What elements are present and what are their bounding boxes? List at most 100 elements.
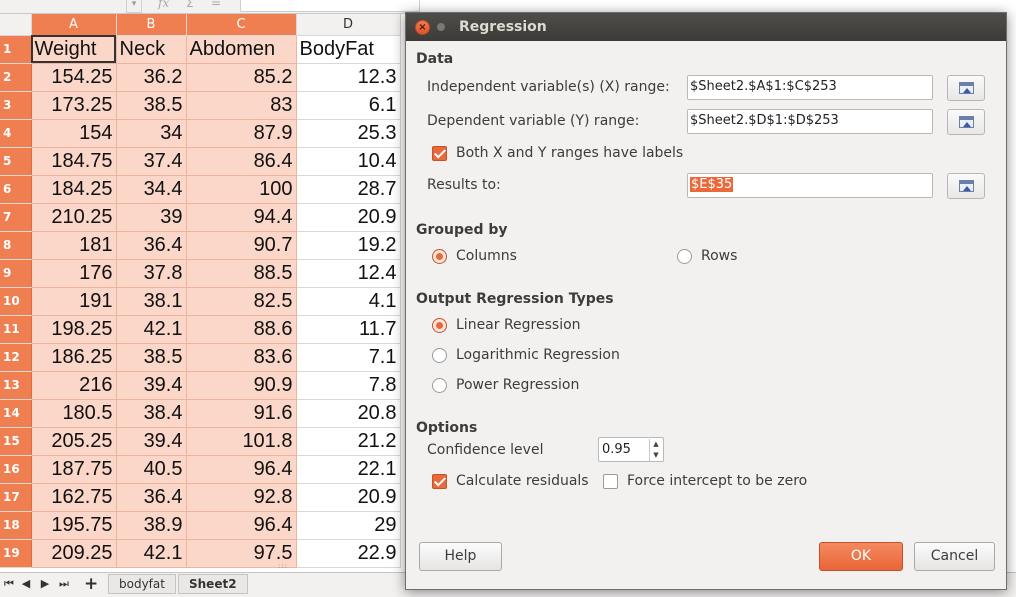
data-cell[interactable]: 83.6 xyxy=(186,343,297,372)
header-cell[interactable]: Abdomen xyxy=(186,35,297,64)
column-header[interactable]: B xyxy=(116,14,187,36)
data-cell[interactable]: 6.1 xyxy=(296,91,401,120)
data-cell[interactable]: 39.4 xyxy=(116,427,187,456)
dialog-titlebar[interactable]: × Regression xyxy=(406,13,1006,41)
row-header[interactable]: 2 xyxy=(0,63,32,92)
data-cell[interactable]: 191 xyxy=(31,287,117,316)
previous-sheet-icon[interactable]: ◀ xyxy=(19,577,33,590)
data-cell[interactable]: 38.1 xyxy=(116,287,187,316)
data-cell[interactable]: 85.2 xyxy=(186,63,297,92)
data-cell[interactable]: 20.8 xyxy=(296,399,401,428)
data-cell[interactable]: 37.8 xyxy=(116,259,187,288)
grouped-rows-radio[interactable] xyxy=(677,249,692,264)
next-sheet-icon[interactable]: ▶ xyxy=(38,577,52,590)
data-cell[interactable]: 36.4 xyxy=(116,231,187,260)
power-regression-radio[interactable] xyxy=(432,378,447,393)
data-cell[interactable]: 94.4 xyxy=(186,203,297,232)
data-cell[interactable]: 181 xyxy=(31,231,117,260)
column-header[interactable]: C xyxy=(186,14,297,36)
data-cell[interactable]: 209.25 xyxy=(31,539,117,568)
formula-icon[interactable]: = xyxy=(211,0,221,10)
data-cell[interactable]: 180.5 xyxy=(31,399,117,428)
data-cell[interactable]: 96.4 xyxy=(186,455,297,484)
row-header[interactable]: 1 xyxy=(0,35,32,64)
data-cell[interactable]: 29 xyxy=(296,511,401,540)
data-cell[interactable]: 173.25 xyxy=(31,91,117,120)
data-cell[interactable]: 90.9 xyxy=(186,371,297,400)
data-cell[interactable]: 186.25 xyxy=(31,343,117,372)
cell-grid[interactable]: A B C D 1 Weight Neck Abdomen BodyFat 2 154.25… xyxy=(0,14,401,568)
data-cell[interactable]: 36.4 xyxy=(116,483,187,512)
data-cell[interactable]: 154.25 xyxy=(31,63,117,92)
row-header[interactable]: 14 xyxy=(0,399,32,428)
force-intercept-label[interactable]: Force intercept to be zero xyxy=(627,473,807,489)
row-header[interactable]: 16 xyxy=(0,455,32,484)
results-to-shrink-button[interactable] xyxy=(947,173,985,199)
row-header[interactable]: 18 xyxy=(0,511,32,540)
calculate-residuals-label[interactable]: Calculate residuals xyxy=(456,473,589,489)
dependent-range-shrink-button[interactable] xyxy=(947,109,985,135)
data-cell[interactable]: 38.5 xyxy=(116,343,187,372)
row-header[interactable]: 5 xyxy=(0,147,32,176)
row-header[interactable]: 13 xyxy=(0,371,32,400)
data-cell[interactable]: 22.9 xyxy=(296,539,401,568)
data-cell[interactable]: 210.25 xyxy=(31,203,117,232)
data-cell[interactable]: 101.8 xyxy=(186,427,297,456)
data-cell[interactable]: 90.7 xyxy=(186,231,297,260)
spin-up-icon[interactable]: ▲ xyxy=(649,439,662,450)
last-sheet-icon[interactable]: ⏭ xyxy=(57,577,71,591)
force-intercept-checkbox[interactable] xyxy=(603,474,618,489)
formula-input[interactable] xyxy=(240,0,420,12)
row-header[interactable]: 8 xyxy=(0,231,32,260)
ok-button[interactable]: OK xyxy=(819,542,903,571)
data-cell[interactable]: 96.4 xyxy=(186,511,297,540)
row-header[interactable]: 7 xyxy=(0,203,32,232)
data-cell[interactable]: 10.4 xyxy=(296,147,401,176)
help-button[interactable]: Help xyxy=(419,542,502,571)
data-cell[interactable]: 7.1 xyxy=(296,343,401,372)
data-cell[interactable]: 42.1 xyxy=(116,315,187,344)
row-header[interactable]: 17 xyxy=(0,483,32,512)
header-cell[interactable]: Neck xyxy=(116,35,187,64)
data-cell[interactable]: 36.2 xyxy=(116,63,187,92)
row-header[interactable]: 3 xyxy=(0,91,32,120)
data-cell[interactable]: 198.25 xyxy=(31,315,117,344)
horizontal-scrollbar[interactable]: ::: xyxy=(250,562,410,572)
data-cell[interactable]: 19.2 xyxy=(296,231,401,260)
header-cell[interactable]: BodyFat xyxy=(296,35,401,64)
data-cell[interactable]: 34 xyxy=(116,119,187,148)
grouped-rows-label[interactable]: Rows xyxy=(701,248,737,264)
row-header[interactable]: 12 xyxy=(0,343,32,372)
data-cell[interactable]: 91.6 xyxy=(186,399,297,428)
header-cell[interactable]: Weight xyxy=(31,35,117,64)
sheet-tab-bodyfat[interactable]: bodyfat xyxy=(108,574,176,594)
data-cell[interactable]: 162.75 xyxy=(31,483,117,512)
data-cell[interactable]: 39 xyxy=(116,203,187,232)
row-header[interactable]: 19 xyxy=(0,539,32,568)
linear-regression-label[interactable]: Linear Regression xyxy=(456,317,581,333)
first-sheet-icon[interactable]: ⏮ xyxy=(2,577,16,591)
row-header[interactable]: 10 xyxy=(0,287,32,316)
labels-checkbox-label[interactable]: Both X and Y ranges have labels xyxy=(456,145,683,161)
close-icon[interactable]: × xyxy=(415,20,430,35)
data-cell[interactable]: 154 xyxy=(31,119,117,148)
data-cell[interactable]: 38.4 xyxy=(116,399,187,428)
column-header[interactable]: A xyxy=(31,14,117,36)
data-cell[interactable]: 37.4 xyxy=(116,147,187,176)
cancel-button[interactable]: Cancel xyxy=(914,542,995,571)
data-cell[interactable]: 216 xyxy=(31,371,117,400)
data-cell[interactable]: 12.4 xyxy=(296,259,401,288)
data-cell[interactable]: 38.9 xyxy=(116,511,187,540)
sum-icon[interactable]: Σ xyxy=(186,0,194,10)
row-header[interactable]: 15 xyxy=(0,427,32,456)
data-cell[interactable]: 22.1 xyxy=(296,455,401,484)
logarithmic-regression-label[interactable]: Logarithmic Regression xyxy=(456,347,620,363)
calculate-residuals-checkbox[interactable] xyxy=(432,474,447,489)
data-cell[interactable]: 25.3 xyxy=(296,119,401,148)
row-header[interactable]: 4 xyxy=(0,119,32,148)
power-regression-label[interactable]: Power Regression xyxy=(456,377,579,393)
data-cell[interactable]: 187.75 xyxy=(31,455,117,484)
confidence-level-value[interactable]: 0.95 xyxy=(602,442,631,457)
row-header[interactable]: 11 xyxy=(0,315,32,344)
data-cell[interactable]: 39.4 xyxy=(116,371,187,400)
